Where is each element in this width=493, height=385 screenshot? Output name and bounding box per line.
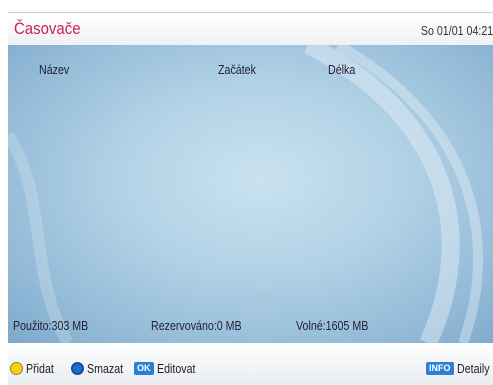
delete-button[interactable]: Smazat [71, 361, 131, 376]
storage-used: Použito:303 MB [13, 318, 89, 333]
date-time: So 01/01 04:21 [420, 23, 493, 38]
info-key-icon: INFO [426, 362, 454, 375]
background-swirl [8, 45, 483, 343]
page-title: Časovače [14, 19, 81, 38]
details-label: Detaily [456, 361, 490, 376]
blue-button-icon [71, 362, 84, 375]
storage-free: Volné:1605 MB [296, 318, 369, 333]
add-label: Přidat [26, 361, 54, 376]
column-header-name: Název [39, 62, 70, 77]
yellow-button-icon [10, 362, 23, 375]
ok-key-icon: OK [134, 362, 154, 375]
delete-label: Smazat [87, 361, 124, 376]
timer-list-panel[interactable]: Název Začátek Délka Použito:303 MB Rezer… [8, 45, 493, 343]
column-header-start: Začátek [218, 62, 256, 77]
footer-bar: Přidat Smazat OK Editovat INFO Detaily [8, 343, 493, 385]
timers-screen: Časovače So 01/01 04:21 Název Začátek Dé… [0, 0, 493, 385]
add-button[interactable]: Přidat [10, 361, 60, 376]
details-button[interactable]: INFO Detaily [426, 361, 493, 376]
title-bar: Časovače So 01/01 04:21 [8, 12, 493, 46]
column-header-duration: Délka [328, 62, 356, 77]
storage-reserved: Rezervováno:0 MB [151, 318, 242, 333]
edit-button[interactable]: OK Editovat [134, 361, 203, 376]
edit-label: Editovat [156, 361, 196, 376]
